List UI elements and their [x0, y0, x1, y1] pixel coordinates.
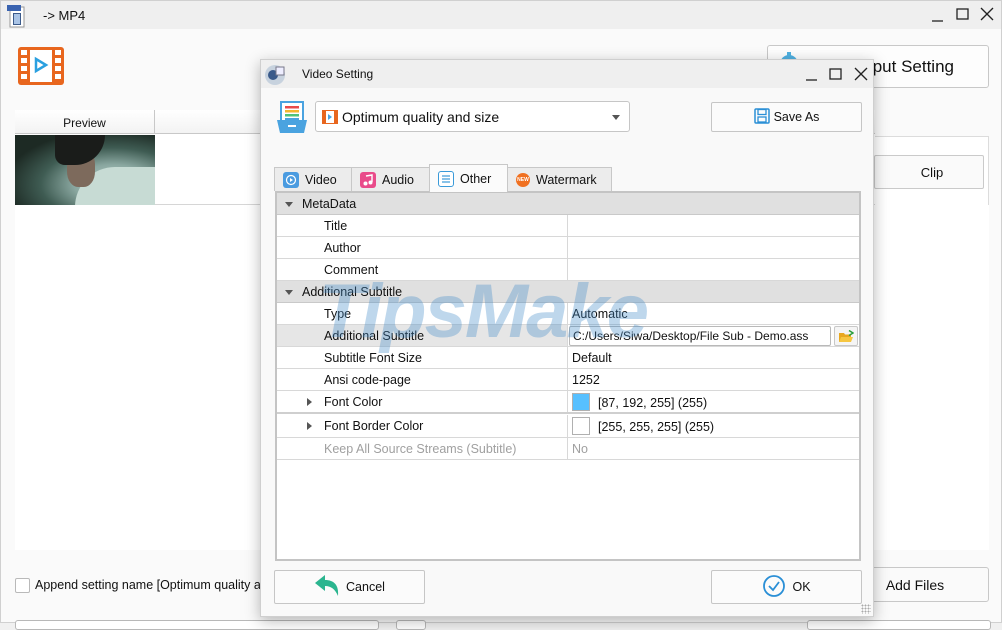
title-value[interactable] — [567, 215, 859, 236]
dialog-title: Video Setting — [302, 67, 374, 81]
list-icon — [438, 170, 454, 187]
tab-watermark[interactable]: NEW Watermark — [507, 167, 612, 191]
undo-arrow-icon — [314, 574, 342, 601]
dialog-maximize-button[interactable] — [825, 64, 847, 84]
property-ansi-code-page[interactable]: Ansi code-page 1252 — [277, 369, 859, 391]
property-additional-subtitle[interactable]: Additional Subtitle C:/Users/Siwa/Deskto… — [277, 325, 859, 347]
profile-selected-value: Optimum quality and size — [342, 108, 500, 125]
browse-folder-icon[interactable] — [834, 326, 858, 346]
font-color-value: [87, 192, 255] (255) — [598, 396, 708, 410]
maximize-button[interactable] — [952, 5, 974, 25]
expand-icon[interactable] — [307, 398, 312, 406]
tab-other-label: Other — [460, 171, 492, 186]
column-preview[interactable]: Preview — [15, 110, 155, 134]
browse-folder-button[interactable] — [396, 620, 426, 630]
dialog-titlebar: Video Setting — [261, 60, 873, 88]
property-font-border-color[interactable]: Font Border Color [255, 255, 255] (255) — [277, 415, 859, 438]
video-setting-app-icon — [263, 62, 287, 86]
author-value[interactable] — [567, 237, 859, 258]
ok-button[interactable]: OK — [711, 570, 862, 604]
main-window-title: -> MP4 — [43, 8, 86, 23]
cancel-label: Cancel — [346, 580, 385, 594]
property-type[interactable]: Type Automatic — [277, 303, 859, 325]
font-size-value[interactable]: Default — [567, 347, 859, 368]
font-border-color-swatch[interactable] — [572, 417, 590, 435]
main-titlebar: -> MP4 — [1, 1, 1001, 29]
ok-label: OK — [792, 580, 811, 594]
save-icon — [753, 107, 770, 127]
append-setting-checkbox[interactable] — [15, 578, 30, 593]
add-files-label: Add Files — [885, 576, 945, 593]
tab-other[interactable]: Other — [429, 164, 508, 192]
comment-value[interactable] — [567, 259, 859, 280]
video-thumbnail[interactable] — [15, 135, 155, 205]
chevron-down-icon — [612, 115, 620, 120]
property-grid: MetaData Title Author Comment Additional… — [275, 191, 861, 561]
check-circle-icon — [762, 574, 786, 601]
profile-select[interactable]: Optimum quality and size — [315, 101, 630, 132]
property-subtitle-font-size[interactable]: Subtitle Font Size Default — [277, 347, 859, 369]
property-keep-source-streams: Keep All Source Streams (Subtitle) No — [277, 438, 859, 460]
new-badge-icon: NEW — [516, 172, 530, 187]
collapse-icon[interactable] — [285, 202, 293, 207]
property-author[interactable]: Author — [277, 237, 859, 259]
tab-audio-label: Audio — [382, 172, 414, 187]
font-border-color-value: [255, 255, 255] (255) — [598, 420, 715, 434]
expand-icon[interactable] — [307, 422, 312, 430]
property-font-color[interactable]: Font Color [87, 192, 255] (255) — [277, 391, 859, 414]
code-page-value[interactable]: 1252 — [567, 369, 859, 390]
video-film-logo-icon — [17, 46, 65, 86]
property-comment[interactable]: Comment — [277, 259, 859, 281]
cancel-button[interactable]: Cancel — [274, 570, 425, 604]
clip-button[interactable]: Clip — [874, 155, 984, 189]
tab-video-label: Video — [305, 172, 337, 187]
convert-button[interactable] — [807, 620, 991, 630]
profile-drawer-icon — [276, 100, 308, 134]
dialog-minimize-button[interactable] — [801, 64, 823, 84]
font-color-swatch[interactable] — [572, 393, 590, 411]
clip-label: Clip — [920, 164, 944, 180]
video-icon — [283, 171, 299, 188]
music-icon — [360, 171, 376, 188]
property-title[interactable]: Title — [277, 215, 859, 237]
save-as-label: Save As — [773, 110, 820, 124]
category-metadata[interactable]: MetaData — [277, 193, 859, 215]
append-setting-label: Append setting name [Optimum quality and… — [35, 578, 265, 592]
tab-video[interactable]: Video — [274, 167, 352, 191]
tab-watermark-label: Watermark — [536, 172, 597, 187]
mp4-file-icon — [6, 4, 28, 28]
keep-streams-value: No — [567, 438, 859, 459]
video-setting-dialog: Video Setting Optimum quality and size S… — [260, 59, 874, 617]
collapse-icon[interactable] — [285, 290, 293, 295]
close-button[interactable] — [976, 5, 998, 25]
resize-grip[interactable] — [861, 604, 871, 614]
film-icon — [322, 109, 338, 124]
tab-audio[interactable]: Audio — [351, 167, 430, 191]
minimize-button[interactable] — [927, 5, 949, 25]
type-value[interactable]: Automatic — [567, 303, 859, 324]
category-additional-subtitle[interactable]: Additional Subtitle — [277, 281, 859, 303]
subtitle-path-input[interactable]: C:/Users/Siwa/Desktop/File Sub - Demo.as… — [569, 326, 831, 346]
output-folder-field[interactable] — [15, 620, 379, 630]
dialog-close-button[interactable] — [850, 64, 872, 84]
save-as-button[interactable]: Save As — [711, 102, 862, 132]
